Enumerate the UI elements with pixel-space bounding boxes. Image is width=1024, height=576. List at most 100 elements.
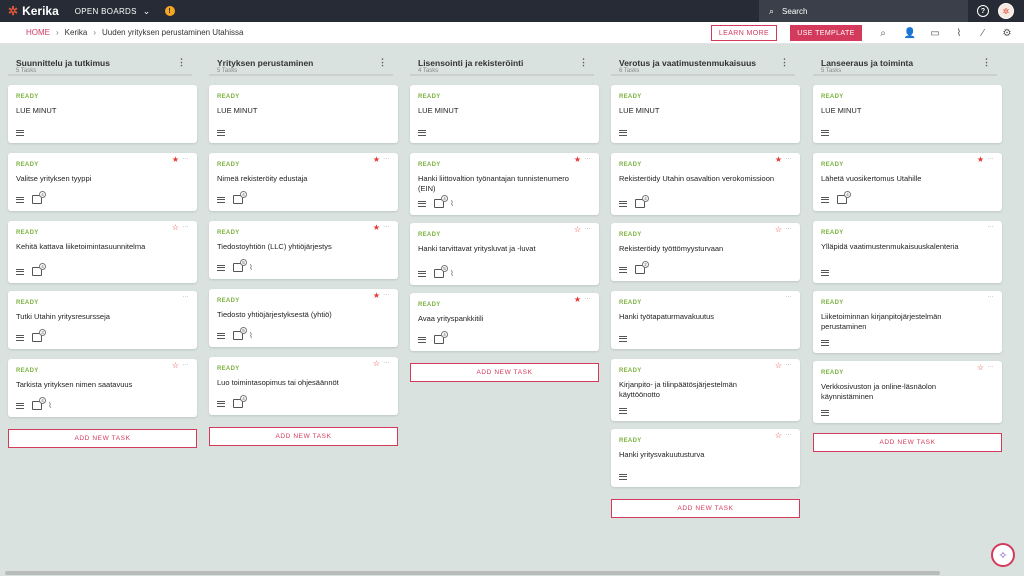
more-horizontal-icon[interactable]: …: [182, 360, 189, 367]
task-card[interactable]: READY Kehitä kattava liiketoimintasuunnit…: [8, 221, 197, 283]
task-card[interactable]: READY LUE MINUT: [813, 85, 1002, 143]
more-horizontal-icon[interactable]: …: [383, 358, 390, 365]
task-card[interactable]: READY Tiedosto yhtiöjärjestyksestä (yhtiö…: [209, 289, 398, 347]
more-horizontal-icon[interactable]: …: [785, 430, 792, 437]
star-icon[interactable]: ☆: [172, 223, 179, 232]
add-person-icon[interactable]: 👤: [903, 26, 917, 40]
star-icon[interactable]: ★: [574, 155, 581, 164]
more-horizontal-icon[interactable]: …: [383, 222, 390, 229]
more-horizontal-icon[interactable]: …: [383, 154, 390, 161]
more-horizontal-icon[interactable]: …: [785, 154, 792, 161]
star-icon[interactable]: ☆: [977, 363, 984, 372]
more-horizontal-icon[interactable]: …: [987, 362, 994, 369]
more-horizontal-icon[interactable]: …: [987, 222, 994, 229]
kerika-logo[interactable]: ✲ Kerika: [8, 4, 59, 18]
column-header[interactable]: Lanseeraus ja toiminta 5 Tasks ⋮: [813, 54, 997, 76]
more-horizontal-icon[interactable]: …: [785, 360, 792, 367]
more-horizontal-icon[interactable]: …: [182, 154, 189, 161]
star-icon[interactable]: ☆: [574, 225, 581, 234]
use-template-button[interactable]: USE TEMPLATE: [790, 25, 862, 41]
task-card[interactable]: READY Ylläpidä vaatimustenmukaisuuskalent…: [813, 221, 1002, 283]
task-card[interactable]: READY Verkkosivuston ja online-läsnäolon …: [813, 361, 1002, 423]
more-horizontal-icon[interactable]: …: [584, 294, 591, 301]
column-header[interactable]: Yrityksen perustaminen 5 Tasks ⋮: [209, 54, 393, 76]
more-horizontal-icon[interactable]: …: [584, 224, 591, 231]
checklist-icon: 3: [32, 329, 46, 342]
ai-assistant-icon[interactable]: ✧: [991, 543, 1015, 567]
star-icon[interactable]: ★: [977, 155, 984, 164]
task-card[interactable]: READY LUE MINUT: [611, 85, 800, 143]
task-card[interactable]: READY Hanki yritysvakuutusturva ☆…: [611, 429, 800, 487]
task-card[interactable]: READY LUE MINUT: [410, 85, 599, 143]
task-card[interactable]: READY Hanki liittovaltion työnantajan tun…: [410, 153, 599, 215]
magic-wand-icon[interactable]: ⁄: [976, 26, 990, 40]
more-vertical-icon[interactable]: ⋮: [780, 57, 789, 68]
task-card[interactable]: READY Tutki Utahin yritysresursseja … 3: [8, 291, 197, 349]
breadcrumb-team[interactable]: Kerika: [65, 28, 88, 37]
star-icon[interactable]: ☆: [775, 431, 782, 440]
star-icon[interactable]: ★: [574, 295, 581, 304]
column-header[interactable]: Verotus ja vaatimustenmukaisuus 6 Tasks ⋮: [611, 54, 795, 76]
star-icon[interactable]: ★: [775, 155, 782, 164]
search-box[interactable]: ⌕ Search: [759, 0, 968, 22]
task-card[interactable]: READY Rekisteröidy työttömyysturvaan ☆… 2: [611, 223, 800, 281]
add-new-task-button[interactable]: ADD NEW TASK: [813, 433, 1002, 452]
star-icon[interactable]: ★: [373, 291, 380, 300]
task-card[interactable]: READY Luo toimintasopimus tai ohjesäännöt…: [209, 357, 398, 415]
add-new-task-button[interactable]: ADD NEW TASK: [611, 499, 800, 518]
more-horizontal-icon[interactable]: …: [584, 154, 591, 161]
status-label: READY: [16, 94, 39, 100]
more-horizontal-icon[interactable]: …: [785, 292, 792, 299]
more-horizontal-icon[interactable]: …: [182, 222, 189, 229]
chat-icon[interactable]: ▭: [928, 26, 942, 40]
description-icon: [418, 336, 426, 343]
star-icon[interactable]: ☆: [373, 359, 380, 368]
task-card[interactable]: READY Kirjanpito- ja tilinpäätösjärjestel…: [611, 359, 800, 421]
add-new-task-button[interactable]: ADD NEW TASK: [209, 427, 398, 446]
column-header[interactable]: Lisensointi ja rekisteröinti 4 Tasks ⋮: [410, 54, 594, 76]
more-vertical-icon[interactable]: ⋮: [378, 57, 387, 68]
settings-gear-icon[interactable]: ⚙: [1000, 26, 1014, 40]
breadcrumb-home[interactable]: HOME: [26, 28, 50, 37]
star-icon[interactable]: ★: [373, 155, 380, 164]
checklist-count: 4: [39, 263, 46, 270]
more-horizontal-icon[interactable]: …: [987, 154, 994, 161]
more-vertical-icon[interactable]: ⋮: [579, 57, 588, 68]
search-icon[interactable]: ⌕: [876, 26, 890, 40]
add-new-task-button[interactable]: ADD NEW TASK: [8, 429, 197, 448]
learn-more-button[interactable]: LEARN MORE: [711, 25, 777, 41]
attachment-icon[interactable]: ⌇: [952, 26, 966, 40]
task-card[interactable]: READY Avaa yrityspankkitili ★… 4: [410, 293, 599, 351]
task-card[interactable]: READY Tiedostoyhtiön (LLC) yhtiöjärjestys…: [209, 221, 398, 279]
notification-icon[interactable]: !: [164, 6, 175, 16]
more-horizontal-icon[interactable]: …: [785, 224, 792, 231]
task-card[interactable]: READY Liiketoiminnan kirjanpitojärjestelm…: [813, 291, 1002, 353]
task-card[interactable]: READY Nimeä rekisteröity edustaja ★… 4: [209, 153, 398, 211]
open-boards-menu[interactable]: OPEN BOARDS ⌄: [75, 6, 151, 17]
star-icon[interactable]: ★: [373, 223, 380, 232]
star-icon[interactable]: ☆: [775, 361, 782, 370]
task-card[interactable]: READY Hanki tarvittavat yritysluvat ja -l…: [410, 223, 599, 285]
more-horizontal-icon[interactable]: …: [182, 292, 189, 299]
more-vertical-icon[interactable]: ⋮: [177, 57, 186, 68]
star-icon[interactable]: ☆: [172, 361, 179, 370]
task-card[interactable]: READY LUE MINUT: [8, 85, 197, 143]
more-horizontal-icon[interactable]: …: [383, 290, 390, 297]
column-header[interactable]: Suunnittelu ja tutkimus 5 Tasks ⋮: [8, 54, 192, 76]
more-vertical-icon[interactable]: ⋮: [982, 57, 991, 68]
horizontal-scrollbar[interactable]: [5, 571, 940, 575]
add-new-task-button[interactable]: ADD NEW TASK: [410, 363, 599, 382]
status-label: READY: [217, 94, 240, 100]
more-horizontal-icon[interactable]: …: [987, 292, 994, 299]
star-icon[interactable]: ☆: [775, 225, 782, 234]
task-card[interactable]: READY Rekisteröidy Utahin osavaltion vero…: [611, 153, 800, 215]
task-card[interactable]: READY Lähetä vuosikertomus Utahille ★… 4: [813, 153, 1002, 211]
avatar[interactable]: ✲: [998, 3, 1014, 19]
task-card[interactable]: READY Hanki työtapaturmavakuutus…: [611, 291, 800, 349]
task-card[interactable]: READY Valitse yrityksen tyyppi ★… 4: [8, 153, 197, 211]
star-icon[interactable]: ★: [172, 155, 179, 164]
task-card[interactable]: READY LUE MINUT: [209, 85, 398, 143]
task-card[interactable]: READY Tarkista yrityksen nimen saatavuus ☆…: [8, 359, 197, 417]
help-icon[interactable]: ?: [977, 5, 989, 17]
description-icon: [217, 130, 225, 136]
